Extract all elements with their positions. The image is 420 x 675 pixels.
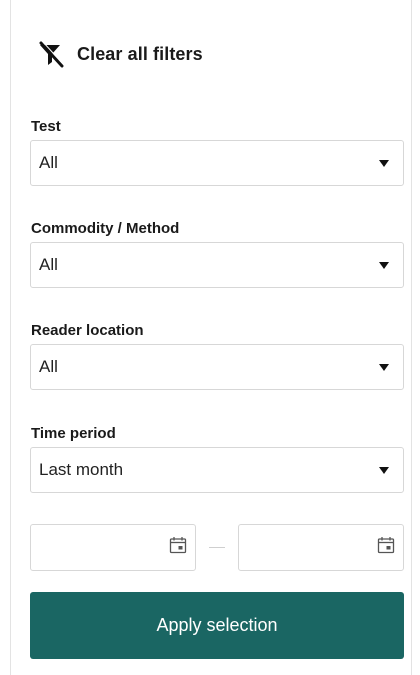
filter-clear-icon [37, 40, 65, 68]
filter-panel: Clear all filters Test All Commodity / M… [10, 0, 412, 675]
start-date-input[interactable] [30, 524, 196, 571]
clear-all-filters-label: Clear all filters [77, 43, 203, 64]
reader-location-select[interactable]: All [30, 344, 404, 390]
commodity-method-select-value: All [39, 255, 58, 274]
date-range-separator [209, 547, 225, 548]
calendar-icon[interactable] [377, 536, 395, 559]
commodity-method-select[interactable]: All [30, 242, 404, 288]
test-select[interactable]: All [30, 140, 404, 186]
caret-down-icon [379, 466, 389, 474]
commodity-method-label: Commodity / Method [31, 220, 180, 237]
time-period-select-value: Last month [39, 460, 124, 479]
reader-location-label: Reader location [31, 322, 144, 339]
caret-down-icon [379, 261, 389, 269]
end-date-input[interactable] [238, 524, 404, 571]
time-period-label: Time period [31, 425, 116, 442]
test-label: Test [31, 118, 61, 135]
test-select-value: All [39, 153, 58, 172]
time-period-select[interactable]: Last month [30, 447, 404, 493]
reader-location-select-value: All [39, 357, 58, 376]
calendar-icon[interactable] [169, 536, 187, 559]
caret-down-icon [379, 159, 389, 167]
caret-down-icon [379, 363, 389, 371]
clear-all-filters-button[interactable]: Clear all filters [37, 40, 203, 68]
apply-selection-button[interactable]: Apply selection [30, 592, 404, 659]
